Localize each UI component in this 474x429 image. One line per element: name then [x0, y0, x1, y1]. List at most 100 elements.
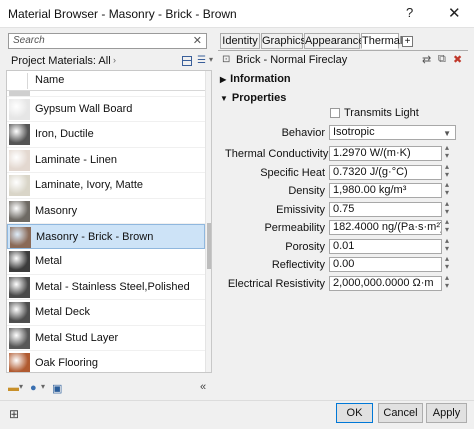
- property-value-field[interactable]: 0.01: [329, 238, 442, 254]
- list-rows: Gypsum Wall Board Iron, Ductile Laminate -…: [7, 91, 205, 372]
- material-thumbnail: [9, 251, 30, 273]
- ok-button[interactable]: OK: [336, 403, 373, 423]
- property-value-field[interactable]: 1.2970 W/(m·K): [329, 146, 442, 161]
- list-item[interactable]: Metal - Stainless Steel,Polished: [7, 275, 205, 301]
- material-name: Masonry: [35, 204, 78, 217]
- material-name: Masonry - Brick - Brown: [36, 230, 154, 243]
- list-item[interactable]: Gypsum Wall Board: [7, 97, 205, 123]
- material-thumbnail: [9, 302, 30, 324]
- material-name: Metal Stud Layer: [35, 331, 119, 344]
- property-label: Specific Heat: [260, 166, 325, 179]
- property-value-field[interactable]: 0.00: [329, 257, 442, 272]
- clear-search-icon[interactable]: ✕: [193, 34, 202, 47]
- material-thumbnail: [9, 124, 30, 146]
- tab-identity[interactable]: Identity: [220, 33, 260, 49]
- folder-icon[interactable]: ▬: [8, 382, 19, 394]
- asset-row: ⊡ Brick - Normal Fireclay ⇄ ⧉ ✖: [218, 50, 468, 68]
- list-view-icon[interactable]: ☰: [197, 55, 206, 66]
- remove-asset-icon[interactable]: ✖: [453, 53, 462, 66]
- vertical-scrollbar[interactable]: [205, 71, 211, 372]
- replace-asset-icon[interactable]: ⇄: [422, 53, 431, 66]
- library-selector[interactable]: Project Materials: All › ☰ ▾: [6, 53, 213, 71]
- help-button[interactable]: ?: [406, 5, 413, 20]
- list-item[interactable]: Masonry - Brick - Brown: [7, 223, 205, 250]
- tab-graphics[interactable]: Graphics: [261, 33, 306, 49]
- material-thumbnail: [10, 226, 31, 248]
- spinner-control[interactable]: [444, 273, 453, 291]
- material-name: Laminate, Ivory, Matte: [35, 179, 144, 192]
- material-thumbnail: [9, 175, 30, 197]
- spinner-control[interactable]: [444, 162, 453, 180]
- list-item[interactable]: Oak Flooring: [7, 351, 205, 372]
- chevron-down-icon[interactable]: ▾: [41, 382, 45, 391]
- tab-thermal[interactable]: Thermal: [361, 33, 402, 49]
- collapse-panel-button[interactable]: «: [200, 381, 206, 393]
- search-input[interactable]: Search ✕: [8, 33, 207, 49]
- list-item[interactable]: Laminate, Ivory, Matte: [7, 173, 205, 199]
- chevron-down-icon[interactable]: ▾: [19, 382, 23, 391]
- property-label: Electrical Resistivity: [227, 277, 325, 290]
- material-thumbnail: [9, 327, 30, 349]
- material-thumbnail: [9, 352, 30, 372]
- property-label: Porosity: [285, 240, 325, 253]
- close-button[interactable]: ✕: [448, 4, 461, 22]
- spinner-control[interactable]: [444, 199, 453, 217]
- list-item[interactable]: Metal Deck: [7, 300, 205, 326]
- material-thumbnail: [9, 91, 30, 96]
- add-tab-button[interactable]: +: [402, 36, 413, 47]
- chevron-right-icon[interactable]: ›: [113, 55, 116, 65]
- title-bar: Material Browser - Masonry - Brick - Bro…: [0, 0, 474, 28]
- asset-name: Brick - Normal Fireclay: [236, 54, 348, 66]
- library-toolbar: ▬ ▾ ● ▾ ▣ «: [6, 380, 212, 398]
- list-item[interactable]: Metal Stud Layer: [7, 326, 205, 351]
- section-information[interactable]: ▶ Information: [220, 73, 291, 85]
- property-label: Reflectivity: [271, 259, 325, 271]
- scrollbar-thumb[interactable]: [207, 223, 211, 269]
- spinner-control[interactable]: [444, 143, 453, 161]
- property-value-field[interactable]: 2,000,000.0000 Ω·m: [329, 275, 442, 291]
- list-item[interactable]: Metal: [7, 249, 205, 275]
- material-name: Laminate - Linen: [35, 153, 117, 166]
- material-thumbnail: [9, 276, 30, 298]
- column-name[interactable]: Name: [35, 74, 64, 86]
- dialog-footer: ⊞ OK Cancel Apply: [0, 400, 474, 429]
- duplicate-asset-icon[interactable]: ⧉: [438, 53, 446, 66]
- material-name: Metal - Stainless Steel,Polished: [35, 280, 190, 293]
- view-toggle-icon[interactable]: [182, 56, 192, 66]
- transmits-light-checkbox[interactable]: [330, 108, 340, 118]
- material-thumbnail: [9, 149, 30, 171]
- property-value-field[interactable]: 1,980.00 kg/m³: [329, 183, 442, 198]
- spinner-control[interactable]: [444, 236, 453, 254]
- section-properties[interactable]: ▼ Properties: [220, 92, 286, 104]
- material-name: Metal: [35, 255, 62, 268]
- property-value-field[interactable]: 0.7320 J/(g·°C): [329, 164, 442, 180]
- library-panel-icon[interactable]: ⊞: [9, 407, 19, 421]
- behavior-select[interactable]: Isotropic ▼: [329, 125, 456, 140]
- section-information-label: Information: [230, 73, 291, 85]
- cancel-button[interactable]: Cancel: [378, 403, 423, 423]
- material-editor-icon[interactable]: ▣: [52, 382, 62, 395]
- window-title: Material Browser - Masonry - Brick - Bro…: [8, 7, 237, 21]
- material-name: Gypsum Wall Board: [35, 103, 133, 115]
- list-item[interactable]: Iron, Ductile: [7, 122, 205, 148]
- material-name: Metal Deck: [35, 306, 91, 319]
- chevron-down-icon[interactable]: ▾: [209, 55, 213, 64]
- property-label: Permeability: [264, 222, 325, 234]
- apply-button[interactable]: Apply: [426, 403, 467, 423]
- list-header: Name: [7, 71, 205, 91]
- list-item[interactable]: Masonry: [7, 199, 205, 224]
- list-item[interactable]: Laminate - Linen: [7, 148, 205, 174]
- material-thumbnail: [9, 200, 30, 222]
- spinner-control[interactable]: [444, 180, 453, 198]
- property-value-field[interactable]: 0.75: [329, 201, 442, 217]
- behavior-value: Isotropic: [333, 126, 375, 138]
- tab-appearance[interactable]: Appearance: [304, 33, 364, 49]
- spinner-control[interactable]: [444, 217, 453, 235]
- material-name: Oak Flooring: [35, 356, 98, 369]
- material-thumbnail: [9, 99, 30, 120]
- spinner-control[interactable]: [444, 254, 453, 272]
- property-value-field[interactable]: 182.4000 ng/(Pa·s·m²): [329, 220, 442, 235]
- globe-icon[interactable]: ●: [30, 382, 37, 394]
- asset-icon: ⊡: [222, 54, 231, 65]
- collapse-icon: ▼: [220, 94, 228, 103]
